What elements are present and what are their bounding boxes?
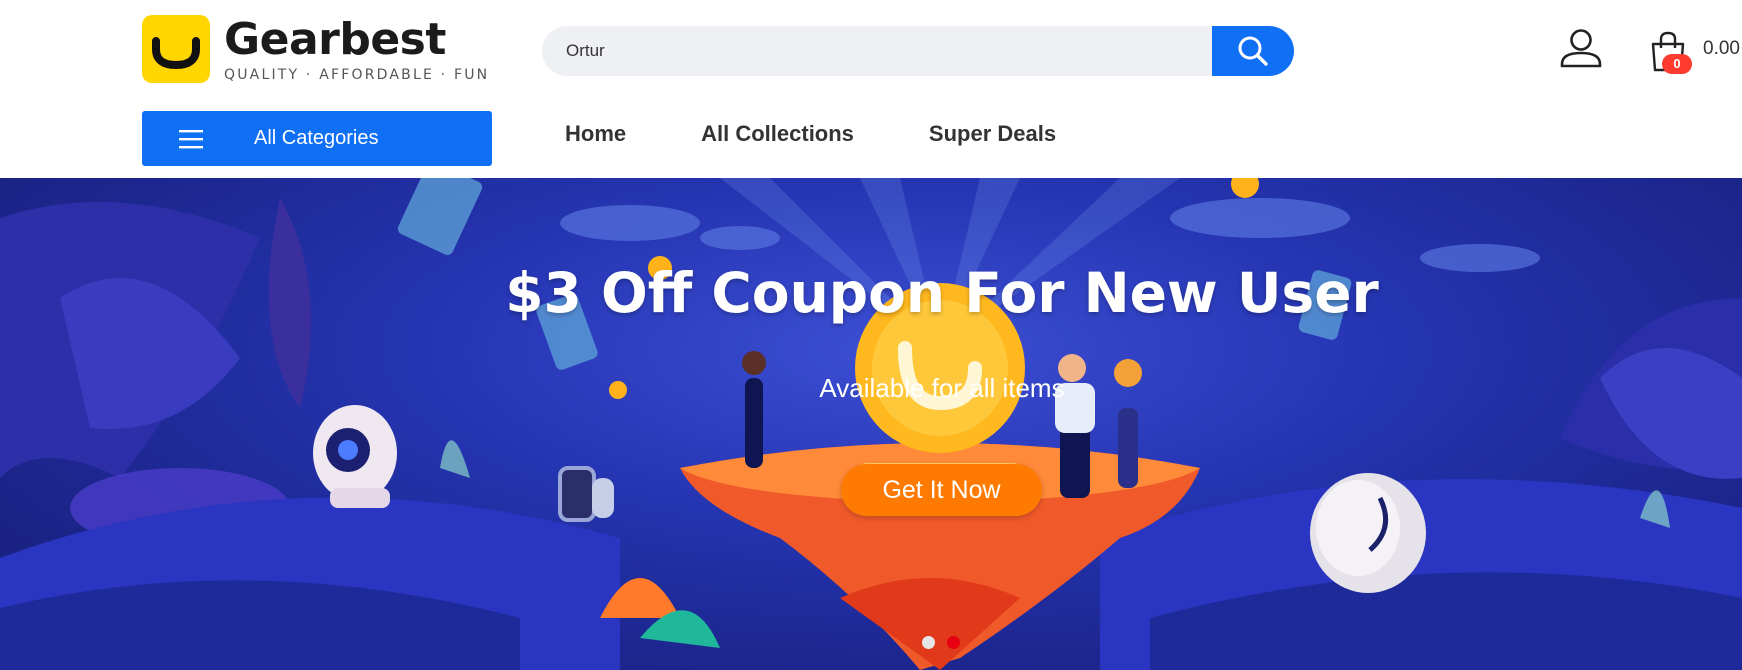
banner-title: $3 Off Coupon For New User <box>505 261 1379 325</box>
all-categories-label: All Categories <box>254 127 379 149</box>
search-bar <box>542 26 1294 76</box>
carousel-indicators <box>922 636 972 649</box>
brand-tagline: QUALITY · AFFORDABLE · FUN <box>224 67 490 83</box>
logo-text: Gearbest QUALITY · AFFORDABLE · FUN <box>224 14 490 84</box>
banner-subtitle: Available for all items <box>819 373 1065 403</box>
cart-total: 0.00 <box>1703 38 1740 59</box>
search-icon <box>1238 36 1268 66</box>
brand-name: Gearbest <box>224 14 446 65</box>
menu-icon <box>179 130 203 149</box>
carousel-dot-2[interactable] <box>947 636 960 649</box>
user-icon <box>1560 29 1602 68</box>
get-it-now-button[interactable]: Get It Now <box>841 464 1042 516</box>
nav-item-all-collections[interactable]: All Collections <box>701 111 854 166</box>
search-button[interactable] <box>1212 26 1294 76</box>
cart-button[interactable]: 0 <box>1648 30 1698 78</box>
logo-mark-icon <box>142 15 210 83</box>
search-input[interactable] <box>566 26 1206 76</box>
promo-banner[interactable]: $3 Off Coupon For New User Available for… <box>0 178 1742 670</box>
carousel-dot-1[interactable] <box>922 636 935 649</box>
all-categories-button[interactable]: All Categories <box>142 111 492 166</box>
account-button[interactable] <box>1558 26 1604 72</box>
gearbest-logo[interactable]: Gearbest QUALITY · AFFORDABLE · FUN <box>142 15 489 83</box>
site-header: Gearbest QUALITY · AFFORDABLE · FUN 0 0.… <box>0 0 1742 178</box>
banner-illustration <box>0 178 1742 670</box>
nav-item-super-deals[interactable]: Super Deals <box>929 111 1056 166</box>
nav-item-home[interactable]: Home <box>565 111 626 166</box>
cart-count-badge: 0 <box>1662 54 1692 74</box>
main-nav: Home All Collections Super Deals <box>565 111 1131 166</box>
